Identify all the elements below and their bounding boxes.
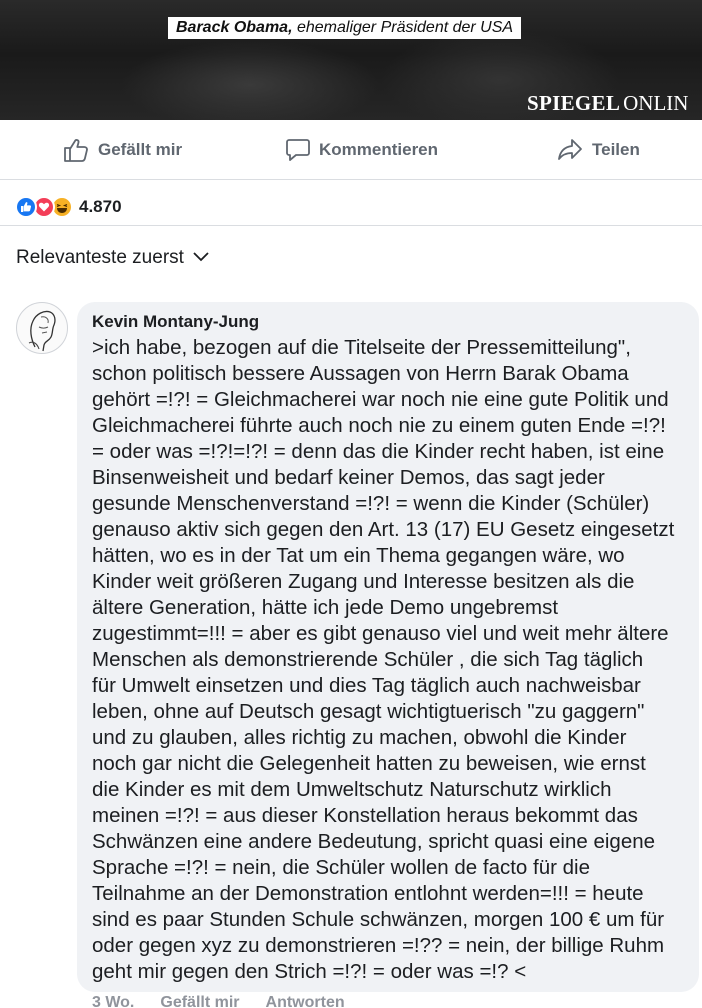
comment-like-link[interactable]: Gefällt mir	[160, 994, 239, 1008]
comment-line: Gleichmacherei führte auch noch nie zu e…	[92, 414, 666, 437]
chevron-down-icon	[184, 247, 210, 269]
spiegel-online-logo: SPIEGEL ONLIN	[527, 90, 688, 116]
comment-line: zugestimmt=!!! = aber es gibt genauso vi…	[92, 622, 669, 645]
sort-label: Relevanteste zuerst	[16, 247, 184, 268]
comment-line: leben, ohne auf Deutsch gesagt wichtigtu…	[92, 700, 645, 723]
speech-bubble-icon	[285, 137, 311, 163]
share-button[interactable]: Teilen	[556, 120, 640, 180]
post-image[interactable]: Barack Obama, ehemaliger Präsident der U…	[0, 0, 702, 120]
like-label: Gefällt mir	[98, 140, 183, 159]
comment-meta: 3 Wo. Gefällt mir Antworten	[92, 994, 371, 1008]
like-button[interactable]: Gefällt mir	[62, 120, 182, 180]
comment-reply-link[interactable]: Antworten	[266, 994, 345, 1008]
comment-text: >ich habe, bezogen auf die Titelseite de…	[92, 335, 692, 985]
comment-line: genauso aktiv sich gegen den Art. 13 (17…	[92, 518, 675, 541]
comment-line: sind es paar Stunden Schule schwänzen, m…	[92, 908, 665, 931]
comment-button[interactable]: Kommentieren	[285, 120, 438, 180]
comment-line: schon politisch bessere Aussagen von Her…	[92, 362, 629, 385]
comment-line: oder gegen xyz zu demonstrieren =!?? = n…	[92, 934, 665, 957]
image-shadow	[120, 40, 380, 120]
reaction-count: 4.870	[79, 197, 122, 216]
comment-line: >ich habe, bezogen auf die Titelseite de…	[92, 336, 631, 359]
comment-line: Schwänzen eine andere Bedeutung, spricht…	[92, 830, 656, 853]
comment-line: die Kinder es mit dem Umweltschutz Natur…	[92, 778, 612, 801]
comment-label: Kommentieren	[319, 140, 439, 159]
brand-bold: SPIEGEL	[527, 91, 621, 115]
share-arrow-icon	[556, 136, 584, 164]
brand-light: ONLIN	[623, 91, 689, 115]
image-caption: Barack Obama, ehemaliger Präsident der U…	[168, 17, 522, 39]
comment-author[interactable]: Kevin Montany-Jung	[92, 312, 259, 332]
comment-line: noch gar nicht die Gelegenheit hatten zu…	[92, 752, 646, 775]
comment-line: meinen =!?! = aus dieser Konstellation h…	[92, 804, 638, 827]
like-icon	[15, 196, 37, 218]
avatar[interactable]	[16, 302, 68, 354]
comment-line: = oder was =!?!=!?! = denn das die Kinde…	[92, 440, 665, 463]
comment-sort-dropdown[interactable]: Relevanteste zuerst	[16, 244, 210, 272]
comment-line: für Umwelt einsetzen und dies Tag täglic…	[92, 674, 641, 697]
caption-rest: ehemaliger Präsident der USA	[296, 19, 514, 36]
comment-line: gehört =!?! = Gleichmacherei war noch ni…	[92, 388, 669, 411]
post-action-bar: Gefällt mir Kommentieren Teilen	[0, 120, 702, 180]
comment-line: Menschen als demonstrierende Schüler , d…	[92, 648, 644, 671]
divider	[0, 225, 702, 226]
thumbs-up-icon	[62, 136, 90, 164]
comment-line: hätten, wo es in der Tat um ein Thema ge…	[92, 544, 625, 567]
comment-line: Kinder weit größeren Zugang und Interess…	[92, 570, 635, 593]
comment-line: Sprache =!?! = nein, die Schüler wollen …	[92, 856, 591, 879]
comment-line: Teilnahme an der Demonstration entlohnt …	[92, 882, 644, 905]
reactions-summary[interactable]: 4.870	[15, 193, 122, 221]
comment-line: gesunde Menschenverstand =!?! = wenn die…	[92, 492, 650, 515]
comment-timestamp[interactable]: 3 Wo.	[92, 994, 134, 1008]
share-label: Teilen	[592, 140, 640, 159]
comment-line: und zu glauben, alles richtig zu machen,…	[92, 726, 627, 749]
comment-line: ältere Generation, hätte ich jede Demo u…	[92, 596, 559, 619]
comment-line: Binsenweisheit und bedarf keiner Demos, …	[92, 466, 605, 489]
comment-bubble: Kevin Montany-Jung >ich habe, bezogen au…	[77, 302, 699, 992]
caption-name: Barack Obama,	[176, 19, 293, 36]
comment-line: geht mir gegen den Strich =!?! = oder wa…	[92, 960, 527, 983]
